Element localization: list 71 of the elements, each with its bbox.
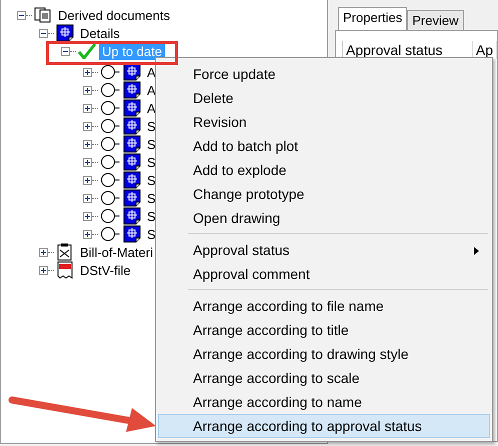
circle-icon [100,226,120,242]
tree-item[interactable]: S [144,226,159,242]
menu-item[interactable]: Force update [158,62,490,86]
menu-item[interactable]: Open drawing [158,206,490,230]
menu-item[interactable]: Arrange according to approval status [158,414,490,438]
document-icon [56,261,74,279]
tab[interactable]: Properties [338,7,408,30]
tree-item[interactable]: S [144,172,159,188]
circle-icon [100,136,120,152]
menu-item[interactable]: Arrange according to title [158,318,490,342]
circle-icon [100,208,120,224]
tree-item[interactable]: A [144,64,159,80]
expand-icon[interactable] [83,140,92,148]
menu-item[interactable]: Change prototype [158,182,490,206]
tree-item[interactable]: Details [77,24,123,42]
tree-item[interactable]: S [144,208,159,224]
tree-item[interactable]: Bill-of-Materi [77,244,156,260]
tree-item[interactable]: DStV-file [77,262,134,278]
menu-item[interactable]: Add to explode [158,158,490,182]
menu-item[interactable]: Delete [158,86,490,110]
expand-icon[interactable] [83,230,92,238]
menu-item[interactable]: Approval status [158,238,490,262]
menu-item[interactable]: Arrange according to drawing style [158,342,490,366]
blueprint-icon [123,171,141,189]
blueprint-icon [123,117,141,135]
tree-item[interactable]: S [144,190,159,206]
expand-icon[interactable] [83,104,92,112]
menu-item[interactable]: Arrange according to file name [158,294,490,318]
tree-item[interactable]: S [144,118,159,134]
circle-icon [100,82,120,98]
collapse-icon[interactable] [61,46,70,56]
blueprint-icon [56,24,74,42]
blueprint-icon [123,135,141,153]
expand-icon[interactable] [39,248,48,256]
tree-item[interactable]: S [144,136,159,152]
collapse-icon[interactable] [17,10,26,20]
circle-icon [100,100,120,116]
circle-icon [100,118,120,134]
circle-icon [100,172,120,188]
expand-icon[interactable] [39,266,48,274]
menu-item[interactable]: Revision [158,110,490,134]
check-icon [78,43,96,59]
blueprint-icon [123,225,141,243]
blueprint-icon [123,189,141,207]
expand-icon[interactable] [83,122,92,130]
circle-icon [100,190,120,206]
documents-icon [34,7,52,23]
expand-icon[interactable] [83,194,92,202]
blueprint-icon [123,153,141,171]
blueprint-icon [123,63,141,81]
blueprint-icon [123,99,141,117]
circle-icon [100,64,120,80]
collapse-icon[interactable] [39,28,48,38]
blueprint-icon [123,81,141,99]
expand-icon[interactable] [83,86,92,94]
clipboard-icon [56,243,74,261]
menu-item[interactable]: Add to batch plot [158,134,490,158]
tree-item[interactable]: A [144,100,159,116]
tree-item[interactable]: Derived documents [55,6,173,24]
tree-item[interactable]: S [144,154,159,170]
tab[interactable]: Preview [407,10,464,30]
expand-icon[interactable] [83,212,92,220]
blueprint-icon [123,207,141,225]
circle-icon [100,154,120,170]
expand-icon[interactable] [83,68,92,76]
expand-icon[interactable] [83,158,92,166]
menu-item[interactable]: Arrange according to scale [158,366,490,390]
expand-icon[interactable] [83,176,92,184]
tree-item[interactable]: A [144,82,159,98]
menu-item[interactable]: Approval comment [158,262,490,286]
menu-item[interactable]: Arrange according to name [158,390,490,414]
